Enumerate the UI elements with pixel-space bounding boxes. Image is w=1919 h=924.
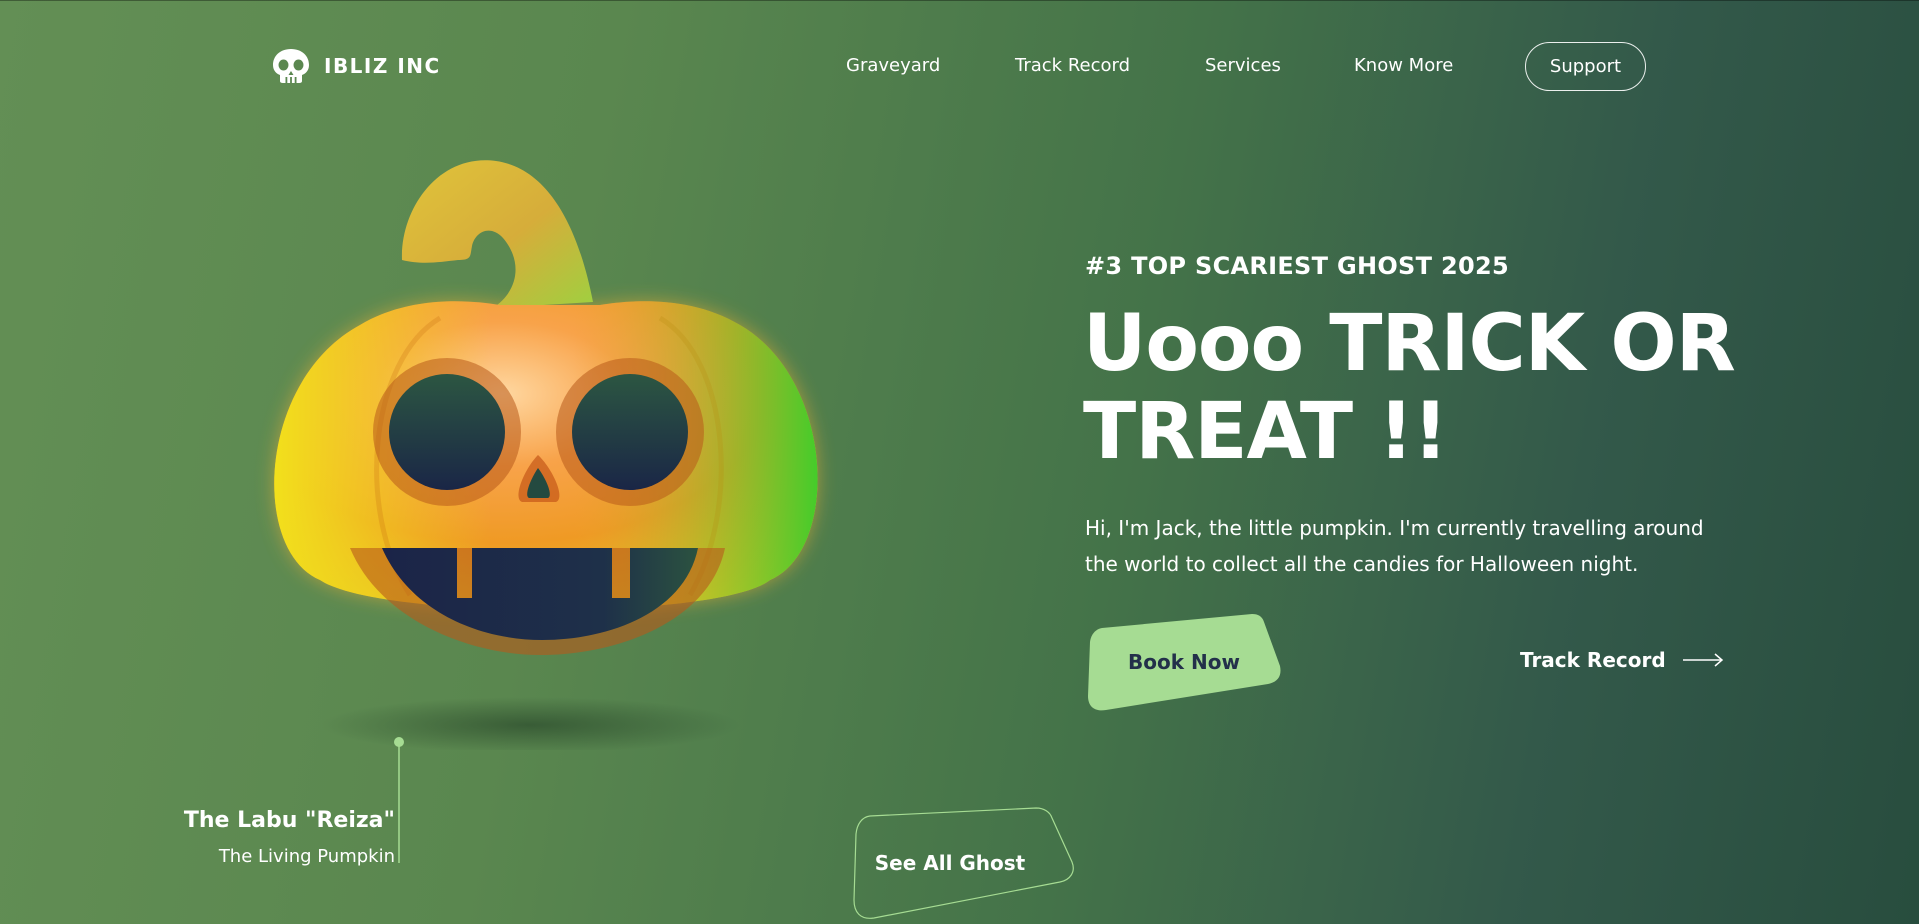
nav-track-record[interactable]: Track Record [1015,55,1130,76]
skull-icon [273,49,309,83]
brand-logo[interactable]: IBLIZ INC [272,48,441,84]
arrow-right-icon [1682,653,1723,667]
top-border [0,0,1919,1]
book-now-label: Book Now [1128,650,1240,674]
nav-services[interactable]: Services [1205,55,1281,76]
character-name: The Labu "Reiza" [183,808,395,833]
nav-graveyard[interactable]: Graveyard [846,55,940,76]
hero-title-line-2: TREAT !! [1083,387,1448,477]
brand-name: IBLIZ INC [324,54,441,78]
see-all-ghost-label: See All Ghost [874,851,1026,875]
hero-title-line-1: Uooo TRICK OR [1083,299,1736,389]
track-record-label: Track Record [1520,648,1666,672]
support-button[interactable]: Support [1525,42,1646,91]
see-all-ghost-button[interactable]: See All Ghost [846,806,1074,920]
jack-o-lantern-icon [274,160,818,750]
hero-description: Hi, I'm Jack, the little pumpkin. I'm cu… [1085,516,1704,576]
nav-know-more[interactable]: Know More [1354,55,1453,76]
hero-title: Uooo TRICK OR TREAT !! [1083,300,1783,476]
hero-eyebrow: #3 TOP SCARIEST GHOST 2025 [1085,252,1509,280]
track-record-link[interactable]: Track Record [1520,648,1724,672]
book-now-button[interactable]: Book Now [1082,610,1286,714]
character-subtitle: The Living Pumpkin [218,846,395,867]
